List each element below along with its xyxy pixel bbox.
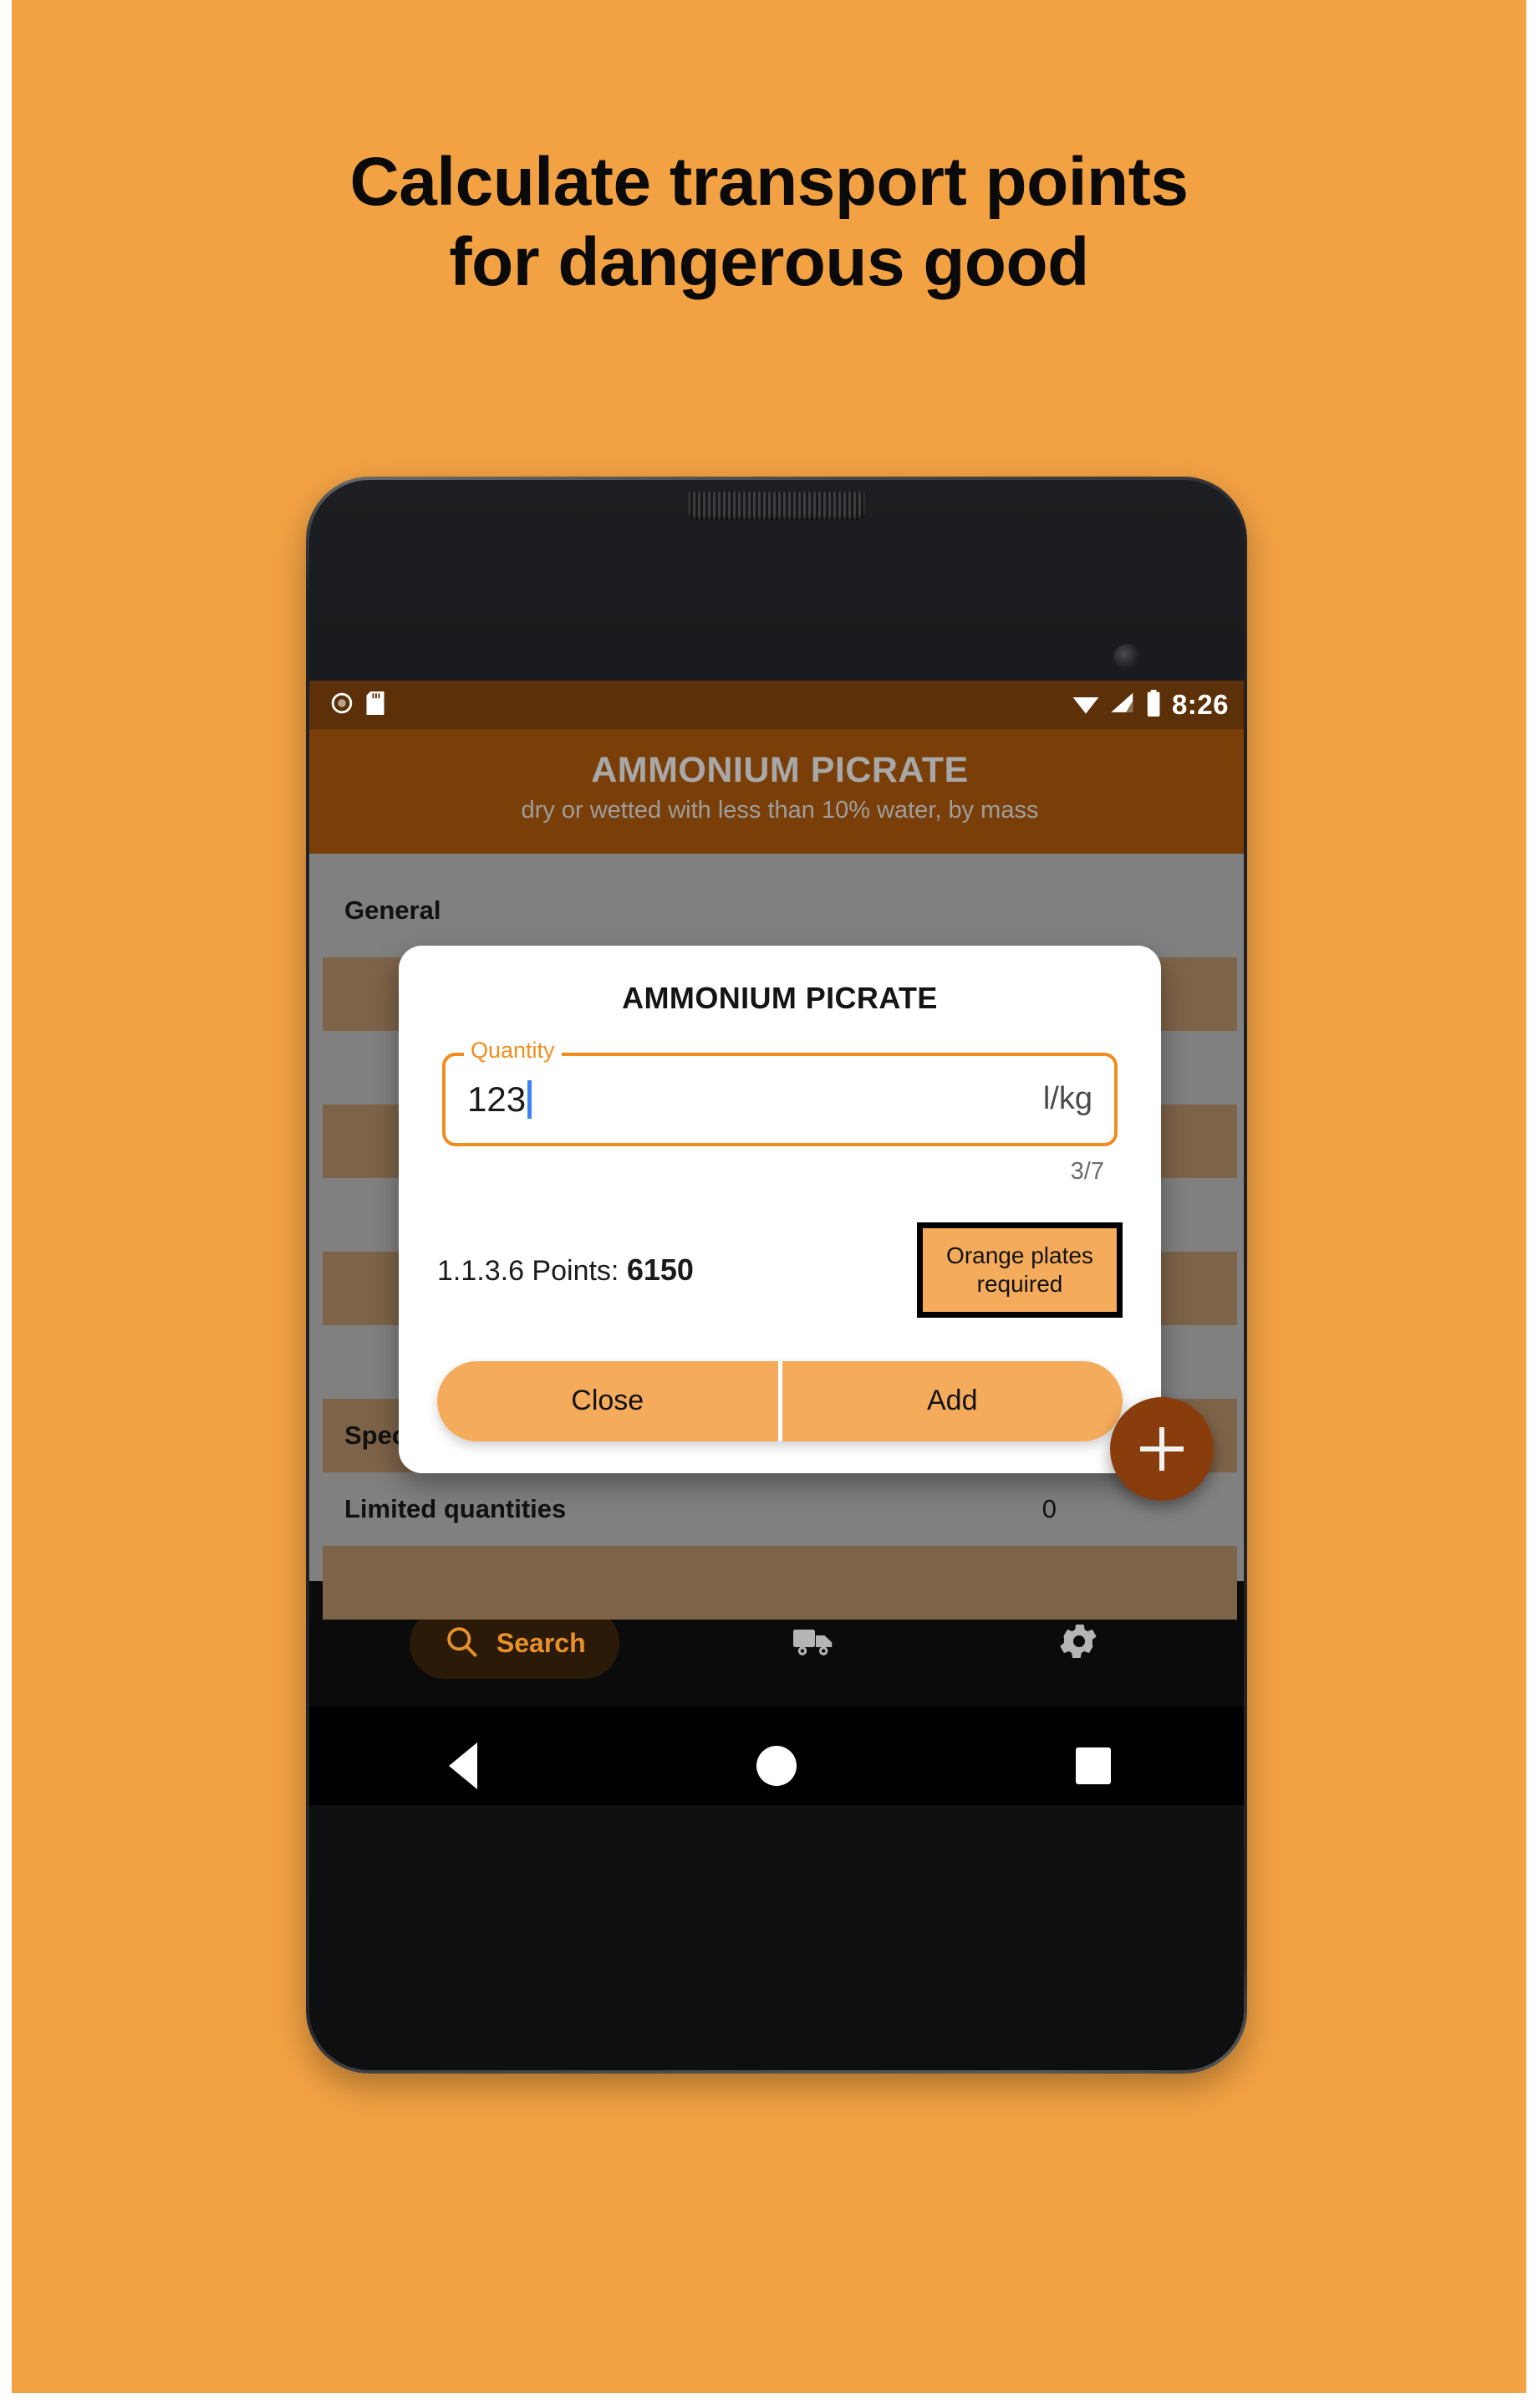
dialog-title: AMMONIUM PICRATE [622,980,938,1015]
earpiece-speaker [688,492,865,520]
headline-line-2: for dangerous good [449,223,1089,300]
headline-line-1: Calculate transport points [349,144,1189,220]
status-bar-right-icons: 8:26 [1072,689,1229,721]
list-item-label: Limited quantities [344,1493,567,1523]
record-icon [331,692,353,718]
status-bar-left-icons [331,691,384,719]
gear-icon [1060,1621,1100,1666]
text-cursor [527,1079,532,1119]
quantity-field-label: Quantity [464,1038,562,1062]
content-area: General Special Provisions Limited quan [309,853,1244,1620]
front-camera-icon [1113,644,1142,672]
poster-background: Calculate transport points for dangerous… [12,0,1526,2393]
recents-button[interactable] [1076,1747,1111,1784]
search-icon [443,1623,480,1664]
phone-body: 8:26 AMMONIUM PICRATE dry or wetted with… [309,480,1244,2070]
points-value: 6150 [626,1252,694,1287]
app-bar: AMMONIUM PICRATE dry or wetted with less… [309,729,1244,854]
phone-device-mockup: 8:26 AMMONIUM PICRATE dry or wetted with… [306,477,1247,2074]
home-button[interactable] [756,1745,797,1786]
close-button[interactable]: Close [437,1360,778,1441]
quantity-input[interactable]: Quantity 123 l/kg [442,1038,1118,1146]
list-item-value: 0 [1041,1493,1057,1523]
quantity-unit-label: l/kg [1042,1081,1092,1117]
sd-card-icon [366,691,384,719]
plus-icon [1140,1426,1184,1471]
add-button[interactable]: Add [782,1360,1123,1441]
battery-icon [1145,689,1162,721]
points-label: 1.1.3.6 Points: [437,1254,619,1287]
badge-line-1: Orange plates [946,1242,1093,1268]
list-item-limited-quantities[interactable]: Limited quantities 0 [323,1472,1237,1546]
phone-screen: 8:26 AMMONIUM PICRATE dry or wetted with… [309,681,1244,1805]
quantity-field-value: 123 [467,1079,527,1119]
cell-signal-icon [1110,691,1135,719]
wifi-icon [1072,691,1100,719]
points-text: 1.1.3.6 Points: 6150 [437,1252,694,1288]
status-bar-clock: 8:26 [1171,689,1229,720]
android-navigation-bar [309,1706,1244,1805]
app-bar-title: AMMONIUM PICRATE [591,750,969,790]
add-fab-button[interactable] [1110,1396,1214,1501]
status-bar: 8:26 [309,681,1244,729]
table-row[interactable] [323,1545,1237,1620]
truck-icon [792,1623,836,1664]
nav-item-label: Search [496,1628,586,1659]
list-item-general[interactable]: General [323,863,1237,957]
list-item-label: General [344,895,441,925]
quantity-field-wrapper: Quantity 123 l/kg 3/7 [442,1038,1118,1186]
points-row: 1.1.3.6 Points: 6150 Orange plates requi… [437,1222,1123,1318]
character-counter: 3/7 [1070,1157,1104,1185]
dialog-actions: Close Add [437,1360,1123,1441]
page-title: Calculate transport points for dangerous… [12,142,1526,303]
status-badge: Orange plates required [917,1222,1123,1318]
badge-line-2: required [976,1270,1063,1297]
app-bar-subtitle: dry or wetted with less than 10% water, … [521,797,1039,824]
quantity-dialog: AMMONIUM PICRATE Quantity 123 l/kg 3/7 1… [399,945,1161,1473]
back-button[interactable] [449,1742,477,1789]
